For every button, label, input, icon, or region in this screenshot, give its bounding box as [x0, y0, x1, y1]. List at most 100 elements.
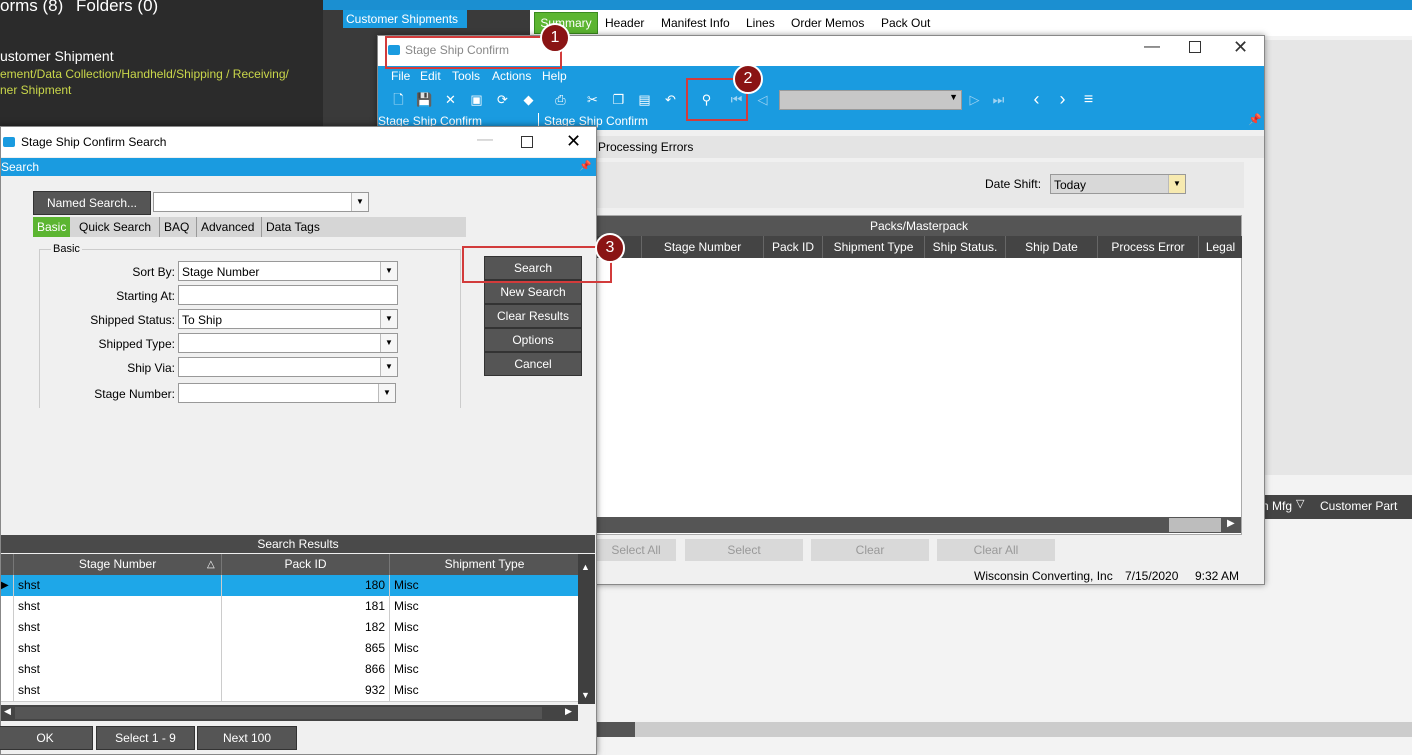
select-range-button[interactable]: Select 1 - 9 [96, 726, 195, 750]
new-search-button[interactable]: New Search [484, 280, 582, 304]
previous-record-icon[interactable]: ◁ [754, 91, 771, 108]
undo-icon[interactable]: ↶ [662, 91, 679, 108]
stage-number-select[interactable]: ▼ [178, 383, 396, 403]
new-icon[interactable]: 🗋 [390, 91, 407, 108]
forms-tab[interactable]: orms (8) [0, 0, 63, 16]
grid-col-customer-part[interactable]: Customer Part [1320, 499, 1397, 513]
pin-icon[interactable]: 📌 [1248, 113, 1262, 126]
tab-order-memos[interactable]: Order Memos [791, 16, 864, 30]
tab-advanced[interactable]: Advanced [196, 217, 258, 237]
menu-tools[interactable]: Tools [452, 69, 480, 83]
copy-icon[interactable]: ❐ [610, 91, 627, 108]
named-search-button[interactable]: Named Search... [33, 191, 151, 215]
left-item-title[interactable]: ustomer Shipment [0, 48, 114, 64]
tab-processing-errors[interactable]: Processing Errors [598, 140, 693, 154]
record-selector[interactable]: ▼ [779, 90, 962, 110]
menu-file[interactable]: File [391, 69, 410, 83]
menu-help[interactable]: Help [542, 69, 567, 83]
tab-lines[interactable]: Lines [746, 16, 775, 30]
packs-grid: Packs/Masterpack Stage Number Pack ID Sh… [596, 215, 1242, 535]
paste-icon[interactable]: ▤ [636, 91, 653, 108]
minimize-icon[interactable]: — [477, 131, 493, 149]
refresh-icon[interactable]: ⟳ [494, 91, 511, 108]
ship-via-select[interactable]: ▼ [178, 357, 398, 377]
tab-header[interactable]: Header [605, 16, 644, 30]
table-row[interactable]: ▶ shst 180 Misc [1, 575, 578, 597]
tab-data-tags[interactable]: Data Tags [261, 217, 324, 237]
scroll-thumb[interactable] [15, 707, 542, 719]
options-button[interactable]: Options [484, 328, 582, 352]
forward-icon[interactable]: › [1054, 90, 1071, 108]
col-pack-id[interactable]: Pack ID [221, 554, 389, 575]
tab-pack-out[interactable]: Pack Out [881, 16, 930, 30]
maximize-icon[interactable] [521, 136, 533, 148]
clear-all-button[interactable]: Clear All [937, 539, 1055, 561]
select-button[interactable]: Select [685, 539, 803, 561]
tab-quick-search[interactable]: Quick Search [75, 217, 155, 237]
shipped-type-select[interactable]: ▼ [178, 333, 398, 353]
last-record-icon[interactable]: ⏭ [990, 91, 1007, 108]
clear-icon[interactable]: ◆ [520, 91, 537, 108]
menu-edit[interactable]: Edit [420, 69, 441, 83]
attach-icon[interactable]: ▣ [468, 91, 485, 108]
scroll-thumb[interactable] [1169, 518, 1221, 532]
sort-by-select[interactable]: Stage Number ▼ [178, 261, 398, 281]
pin-icon[interactable]: 📌 [579, 158, 591, 176]
scroll-down-icon[interactable]: ▼ [581, 690, 590, 700]
col-stage-number[interactable]: Stage Number [641, 236, 763, 258]
ok-button[interactable]: OK [0, 726, 93, 750]
cut-icon[interactable]: ✂ [584, 91, 601, 108]
save-icon[interactable]: 💾 [416, 91, 433, 108]
results-horizontal-scrollbar[interactable]: ◀ ▶ [1, 705, 578, 721]
cancel-button[interactable]: Cancel [484, 352, 582, 376]
tree-item-customer-shipments[interactable]: Customer Shipments [343, 10, 467, 28]
scroll-left-icon[interactable]: ◀ [4, 706, 11, 717]
tab-baq[interactable]: BAQ [159, 217, 193, 237]
col-stage-number[interactable]: Stage Number [13, 554, 221, 575]
next-100-button[interactable]: Next 100 [197, 726, 297, 750]
col-shipment-type[interactable]: Shipment Type [389, 554, 579, 575]
scroll-right-icon[interactable]: ▶ [1227, 518, 1235, 529]
table-row[interactable]: shst 865 Misc [1, 638, 578, 660]
clear-button[interactable]: Clear [811, 539, 929, 561]
filter-icon[interactable]: ▽ [1296, 497, 1304, 510]
scroll-up-icon[interactable]: ▲ [581, 562, 590, 572]
results-vertical-scrollbar[interactable]: ▲ ▼ [578, 554, 595, 704]
col-shipment-type[interactable]: Shipment Type [822, 236, 924, 258]
table-row[interactable]: shst 182 Misc [1, 617, 578, 639]
next-record-icon[interactable]: ▷ [966, 91, 983, 108]
table-row[interactable]: shst 932 Misc [1, 680, 578, 702]
minimize-icon[interactable]: — [1144, 38, 1160, 56]
shipped-status-value: To Ship [182, 313, 223, 327]
folders-tab[interactable]: Folders (0) [76, 0, 158, 16]
close-icon[interactable]: ✕ [566, 131, 581, 152]
clear-results-button[interactable]: Clear Results [484, 304, 582, 328]
cell-stage-number: shst [13, 659, 221, 680]
table-row[interactable]: shst 181 Misc [1, 596, 578, 618]
menu-icon[interactable]: ≡ [1080, 91, 1097, 108]
table-row[interactable]: shst 866 Misc [1, 659, 578, 681]
grid-col-mfg[interactable]: n Mfg [1262, 499, 1292, 513]
col-process-error[interactable]: Process Error [1097, 236, 1198, 258]
select-all-button[interactable]: Select All [596, 539, 676, 561]
scroll-right-icon[interactable]: ▶ [565, 706, 572, 717]
packs-grid-scrollbar[interactable]: ▶ [597, 517, 1241, 533]
starting-at-input[interactable] [178, 285, 398, 305]
background-scroll-thumb[interactable] [595, 722, 635, 737]
named-search-select[interactable]: ▼ [153, 192, 369, 212]
col-ship-date[interactable]: Ship Date [1005, 236, 1097, 258]
shipped-status-select[interactable]: To Ship ▼ [178, 309, 398, 329]
col-ship-status[interactable]: Ship Status. [924, 236, 1005, 258]
maximize-icon[interactable] [1189, 41, 1201, 53]
col-legal[interactable]: Legal [1198, 236, 1242, 258]
delete-icon[interactable]: ✕ [442, 91, 459, 108]
background-scrollbar[interactable] [595, 722, 1412, 737]
date-shift-select[interactable]: Today ▼ [1050, 174, 1186, 194]
print-icon[interactable]: ⎙ [552, 91, 569, 108]
tab-basic[interactable]: Basic [33, 217, 71, 237]
back-icon[interactable]: ‹ [1028, 90, 1045, 108]
tab-manifest-info[interactable]: Manifest Info [661, 16, 730, 30]
col-pack-id[interactable]: Pack ID [763, 236, 822, 258]
close-icon[interactable]: ✕ [1233, 37, 1248, 58]
menu-actions[interactable]: Actions [492, 69, 531, 83]
